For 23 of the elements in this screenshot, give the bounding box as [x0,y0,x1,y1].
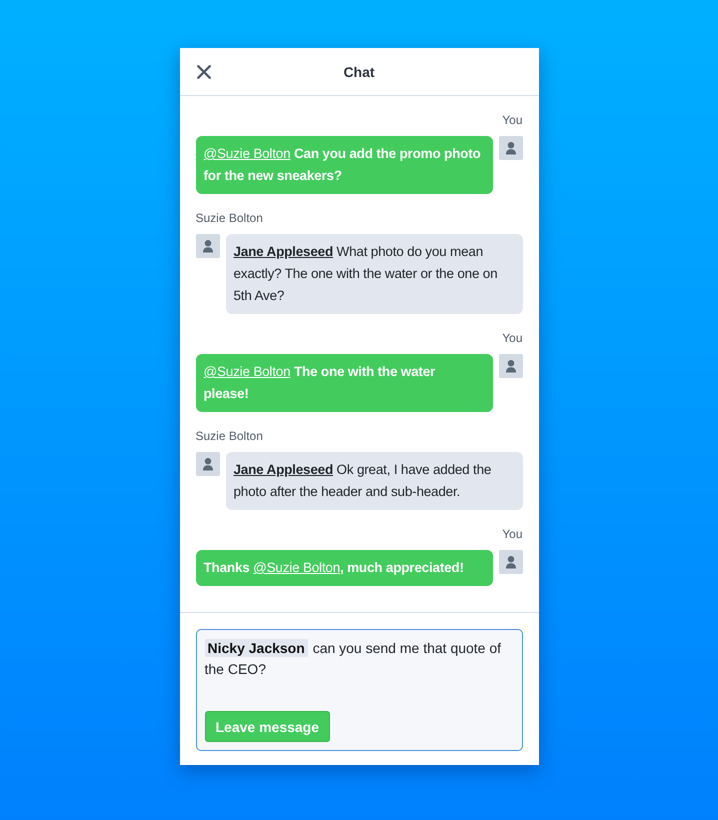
avatar-icon [196,452,220,476]
sender-name: Suzie Bolton [196,428,263,444]
avatar-icon [498,550,522,574]
close-icon [196,65,210,79]
mention-link[interactable]: Jane Appleseed [234,462,333,477]
avatar-icon [498,136,522,160]
sender-name: You [502,526,522,542]
avatar-icon [196,234,220,258]
sender-name: Suzie Bolton [196,210,263,226]
mention-link[interactable]: Jane Appleseed [234,244,333,259]
close-button[interactable] [196,65,210,79]
mention-chip[interactable]: Nicky Jackson [204,639,308,657]
avatar-icon [498,354,522,378]
sender-name: You [502,112,522,128]
chat-title: Chat [343,64,375,80]
message-text: Thanks @Suzie Bolton, much appreciated! [204,560,464,575]
message-text: @Suzie Bolton Can you add the promo photo for the new sneakers? [204,146,481,183]
message-field[interactable]: Nicky Jackson can you send me that quote of the CEO? Leave message [196,629,522,751]
message-text: Jane Appleseed What photo do you mean exactly? The one with the water or the one on 5th Ave? [234,244,498,303]
typed-message: Nicky Jackson can you send me that quote of the CEO? [204,638,502,679]
message-text: @Suzie Bolton The one with the water please! [204,364,436,401]
message-text: Jane Appleseed Ok great, I have added the photo after the header and sub-header. [234,462,492,499]
sender-name: You [502,330,522,346]
